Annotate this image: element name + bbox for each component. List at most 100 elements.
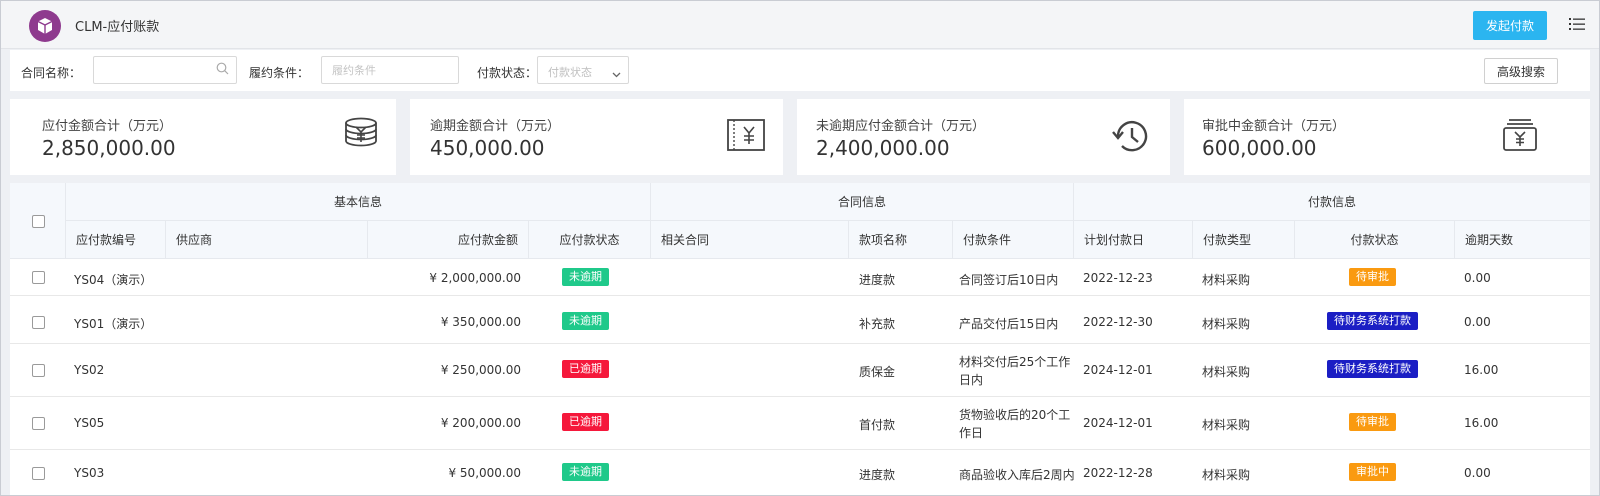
- pay-status-badge: 待审批: [1349, 268, 1396, 286]
- stat-card-value: 2,400,000.00: [816, 136, 950, 160]
- table-row[interactable]: YS02 ¥ 250,000.00 已逾期 质保金 材料交付后25个工作日内 2…: [10, 344, 1590, 397]
- pay-status-badge: 审批中: [1349, 463, 1396, 481]
- cell-code: YS01（演示）: [74, 317, 153, 331]
- table-row[interactable]: YS04（演示） ¥ 2,000,000.00 未逾期 进度款 合同签订后10日…: [10, 259, 1590, 296]
- cell-amount: ¥ 50,000.00: [448, 466, 521, 480]
- cell-condition: 产品交付后15日内: [959, 317, 1059, 331]
- status-badge: 未逾期: [562, 268, 609, 286]
- select-all-cell: [10, 183, 66, 259]
- stat-card-label: 审批中金额合计（万元）: [1202, 119, 1346, 134]
- cell-item-name: 进度款: [859, 273, 896, 287]
- col-header-plan-date[interactable]: 计划付款日: [1074, 221, 1193, 259]
- col-header-pay-status[interactable]: 付款状态: [1295, 221, 1455, 259]
- row-checkbox[interactable]: [32, 316, 45, 329]
- col-header-overdue-days[interactable]: 逾期天数: [1455, 221, 1590, 259]
- pay-status-badge: 待财务系统打款: [1327, 312, 1418, 330]
- col-header-item-name[interactable]: 款项名称: [849, 221, 953, 259]
- yuan-bill-icon: [726, 117, 766, 156]
- cell-code: YS05: [74, 416, 105, 430]
- col-header-pay-type[interactable]: 付款类型: [1193, 221, 1295, 259]
- cell-pay-type: 材料采购: [1202, 468, 1251, 482]
- payment-status-select[interactable]: 付款状态: [537, 56, 629, 84]
- col-header-supplier[interactable]: 供应商: [166, 221, 368, 259]
- cell-amount: ¥ 2,000,000.00: [429, 271, 521, 285]
- stat-card-label: 逾期金额合计（万元）: [430, 119, 561, 134]
- cell-item-name: 进度款: [859, 468, 896, 482]
- payables-table: 基本信息 合同信息 付款信息 应付款编号 供应商 应付款金额 应付款状态 相关合…: [10, 183, 1590, 495]
- col-header-code[interactable]: 应付款编号: [66, 221, 166, 259]
- cell-overdue-days: 16.00: [1464, 416, 1499, 430]
- cell-overdue-days: 16.00: [1464, 363, 1499, 377]
- group-header-basic: 基本信息: [66, 183, 651, 221]
- stat-card-label: 未逾期应付金额合计（万元）: [816, 119, 986, 134]
- stat-card-payable-total: 应付金额合计（万元） 2,850,000.00: [10, 99, 396, 175]
- table-row[interactable]: YS05 ¥ 200,000.00 已逾期 首付款 货物验收后的20个工作日 2…: [10, 397, 1590, 450]
- initiate-payment-button[interactable]: 发起付款: [1473, 11, 1547, 40]
- col-header-related-contract[interactable]: 相关合同: [651, 221, 849, 259]
- cell-overdue-days: 0.00: [1464, 271, 1491, 285]
- advanced-search-button[interactable]: 高级搜索: [1484, 58, 1558, 84]
- cell-pay-type: 材料采购: [1202, 418, 1251, 432]
- cell-amount: ¥ 200,000.00: [440, 416, 521, 430]
- fulfillment-label: 履约条件：: [249, 66, 310, 80]
- cell-item-name: 质保金: [859, 365, 896, 379]
- chevron-down-icon: [612, 67, 621, 81]
- col-header-condition[interactable]: 付款条件: [953, 221, 1074, 259]
- cell-overdue-days: 0.00: [1464, 466, 1491, 480]
- stat-card-overdue-total: 逾期金额合计（万元） 450,000.00: [410, 99, 783, 175]
- table-row[interactable]: YS01（演示） ¥ 350,000.00 未逾期 补充款 产品交付后15日内 …: [10, 296, 1590, 344]
- cell-condition: 商品验收入库后2周内: [959, 468, 1075, 482]
- top-header: CLM-应付账款 发起付款: [1, 1, 1599, 49]
- fulfillment-input[interactable]: [321, 56, 459, 84]
- row-checkbox[interactable]: [32, 271, 45, 284]
- search-icon[interactable]: [216, 62, 229, 78]
- list-menu-icon[interactable]: [1569, 16, 1585, 32]
- row-checkbox[interactable]: [32, 364, 45, 377]
- payment-status-placeholder: 付款状态: [548, 66, 592, 79]
- group-header-contract: 合同信息: [651, 183, 1074, 221]
- row-checkbox[interactable]: [32, 467, 45, 480]
- status-badge: 未逾期: [562, 463, 609, 481]
- cell-pay-type: 材料采购: [1202, 273, 1251, 287]
- select-all-checkbox[interactable]: [32, 215, 45, 228]
- page-title: CLM-应付账款: [75, 20, 160, 35]
- cell-pay-type: 材料采购: [1202, 365, 1251, 379]
- stat-card-value: 600,000.00: [1202, 136, 1317, 160]
- status-badge: 未逾期: [562, 312, 609, 330]
- row-checkbox[interactable]: [32, 417, 45, 430]
- app-window: CLM-应付账款 发起付款 合同名称： 履约条件： 付款状态： 付款状态: [0, 0, 1600, 496]
- stat-card-value: 2,850,000.00: [42, 136, 176, 160]
- cell-code: YS04（演示）: [74, 273, 153, 287]
- table-row[interactable]: YS03 ¥ 50,000.00 未逾期 进度款 商品验收入库后2周内 2022…: [10, 450, 1590, 495]
- coins-icon: [342, 117, 380, 156]
- cell-pay-type: 材料采购: [1202, 317, 1251, 331]
- status-badge: 已逾期: [562, 360, 609, 378]
- stat-card-in-approval-total: 审批中金额合计（万元） 600,000.00: [1184, 99, 1590, 175]
- col-header-amount[interactable]: 应付款金额: [368, 221, 529, 259]
- cell-plan-date: 2022-12-30: [1083, 315, 1153, 329]
- cell-condition: 材料交付后25个工作日内: [959, 355, 1071, 387]
- stat-card-not-overdue-total: 未逾期应付金额合计（万元） 2,400,000.00: [797, 99, 1170, 175]
- status-badge: 已逾期: [562, 413, 609, 431]
- cell-code: YS03: [74, 466, 105, 480]
- col-header-due-status[interactable]: 应付款状态: [529, 221, 651, 259]
- stat-card-label: 应付金额合计（万元）: [42, 119, 173, 134]
- cell-plan-date: 2022-12-28: [1083, 466, 1153, 480]
- pay-status-badge: 待审批: [1349, 413, 1396, 431]
- stat-card-value: 450,000.00: [430, 136, 545, 160]
- cell-amount: ¥ 250,000.00: [440, 363, 521, 377]
- cube-logo-icon: [29, 10, 61, 42]
- cell-plan-date: 2024-12-01: [1083, 363, 1153, 377]
- group-header-payment: 付款信息: [1074, 183, 1590, 221]
- payment-status-label: 付款状态：: [477, 66, 538, 80]
- cell-item-name: 补充款: [859, 317, 896, 331]
- filter-bar: 合同名称： 履约条件： 付款状态： 付款状态 高级搜索: [10, 50, 1590, 91]
- cell-code: YS02: [74, 363, 105, 377]
- cell-item-name: 首付款: [859, 418, 896, 432]
- column-header-row: 应付款编号 供应商 应付款金额 应付款状态 相关合同 款项名称 付款条件 计划付…: [66, 221, 1590, 259]
- cell-amount: ¥ 350,000.00: [440, 315, 521, 329]
- cell-plan-date: 2022-12-23: [1083, 271, 1153, 285]
- contract-name-label: 合同名称：: [21, 66, 82, 80]
- yuan-stack-icon: [1501, 117, 1539, 156]
- cell-condition: 合同签订后10日内: [959, 273, 1059, 287]
